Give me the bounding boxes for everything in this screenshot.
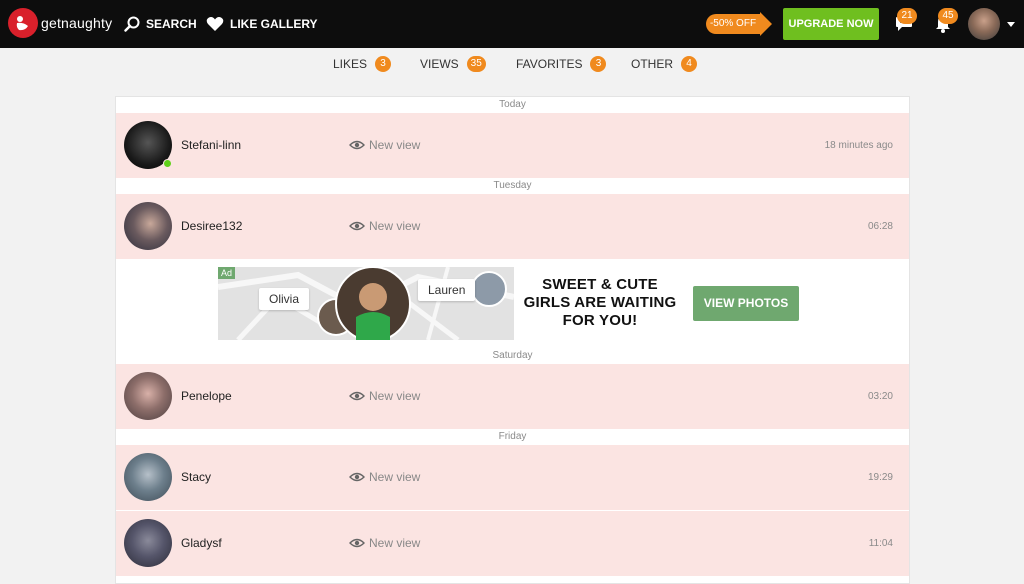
notifications-count-badge: 45 xyxy=(938,8,958,24)
ad-label: Ad xyxy=(218,267,236,279)
views-list: Today Stefani-linn New view 18 minutes a… xyxy=(115,96,910,584)
heart-icon xyxy=(206,17,224,31)
view-time: 19:29 xyxy=(867,472,893,483)
list-item[interactable]: Stefani-linn New view 18 minutes ago xyxy=(116,113,909,178)
tab-likes-count: 3 xyxy=(375,56,392,72)
tab-other-count: 4 xyxy=(681,56,697,72)
like-gallery-nav-link[interactable]: LIKE GALLERY xyxy=(206,16,318,32)
tab-views-count: 35 xyxy=(466,56,486,72)
list-item[interactable]: Stacy New view 19:29 xyxy=(116,445,909,510)
ad-banner[interactable]: Ad Olivia Lauren SWEET & CUTE GIRLS ARE … xyxy=(116,259,909,347)
list-item[interactable]: Gladysf New view 11:04 xyxy=(116,511,909,576)
group-header-tuesday: Tuesday xyxy=(116,178,909,194)
view-status-label: New view xyxy=(369,219,421,233)
eye-icon xyxy=(349,221,365,231)
eye-icon xyxy=(349,538,365,548)
view-status: New view xyxy=(349,138,420,152)
tab-favorites[interactable]: FAVORITES 3 xyxy=(516,56,607,72)
eye-icon xyxy=(349,391,365,401)
messages-count-badge: 21 xyxy=(897,8,917,24)
tab-favorites-count: 3 xyxy=(590,56,607,72)
map-pin-label: Olivia xyxy=(259,288,310,310)
list-item[interactable]: Desiree132 New view 06:28 xyxy=(116,194,909,259)
view-status-label: New view xyxy=(369,138,421,152)
user-name[interactable]: Stacy xyxy=(181,470,211,484)
upgrade-now-button[interactable]: UPGRADE NOW xyxy=(783,8,879,40)
ad-headline: SWEET & CUTE GIRLS ARE WAITING FOR YOU! xyxy=(523,276,677,329)
online-indicator xyxy=(163,159,172,168)
view-photos-button[interactable]: VIEW PHOTOS xyxy=(693,286,799,321)
search-nav-link[interactable]: SEARCH xyxy=(124,16,197,32)
chevron-down-icon[interactable] xyxy=(1007,22,1015,27)
search-icon xyxy=(124,16,140,32)
tab-views[interactable]: VIEWS 35 xyxy=(420,56,486,72)
view-status-label: New view xyxy=(369,389,421,403)
view-time: 06:28 xyxy=(867,221,893,232)
group-header-friday: Friday xyxy=(116,429,909,445)
avatar xyxy=(124,202,172,250)
group-header-today: Today xyxy=(116,97,909,113)
list-item[interactable]: Penelope New view 03:20 xyxy=(116,364,909,429)
view-status: New view xyxy=(349,219,420,233)
view-status: New view xyxy=(349,389,420,403)
promo-arrow-icon xyxy=(760,12,772,36)
user-name[interactable]: Stefani-linn xyxy=(181,138,241,152)
view-status: New view xyxy=(349,536,420,550)
tab-other[interactable]: OTHER 4 xyxy=(631,56,697,72)
tab-likes[interactable]: LIKES 3 xyxy=(333,56,392,72)
map-pin-label: Lauren xyxy=(418,279,476,301)
view-status: New view xyxy=(349,470,420,484)
view-time: 11:04 xyxy=(868,538,893,549)
like-gallery-nav-label: LIKE GALLERY xyxy=(230,17,318,31)
group-header-saturday: Saturday xyxy=(116,348,909,364)
avatar xyxy=(124,453,172,501)
avatar xyxy=(124,372,172,420)
getnaughty-logo-icon[interactable] xyxy=(8,8,38,38)
eye-icon xyxy=(349,472,365,482)
eye-icon xyxy=(349,140,365,150)
tab-views-label: VIEWS xyxy=(420,57,459,71)
view-time: 03:20 xyxy=(867,391,893,402)
user-name[interactable]: Gladysf xyxy=(181,536,222,550)
view-status-label: New view xyxy=(369,536,421,550)
tab-favorites-label: FAVORITES xyxy=(516,57,583,71)
view-status-label: New view xyxy=(369,470,421,484)
user-name[interactable]: Penelope xyxy=(181,389,232,403)
view-time: 18 minutes ago xyxy=(824,140,893,151)
tab-other-label: OTHER xyxy=(631,57,673,71)
user-name[interactable]: Desiree132 xyxy=(181,219,242,233)
logo-text[interactable]: getnaughty xyxy=(41,15,112,31)
avatar xyxy=(124,519,172,567)
search-nav-label: SEARCH xyxy=(146,17,197,31)
top-navigation-bar: getnaughty SEARCH LIKE GALLERY -50% OFF … xyxy=(0,0,1024,48)
tab-likes-label: LIKES xyxy=(333,57,368,71)
profile-avatar-button[interactable] xyxy=(968,8,1000,40)
discount-promo-badge: -50% OFF xyxy=(706,14,760,34)
